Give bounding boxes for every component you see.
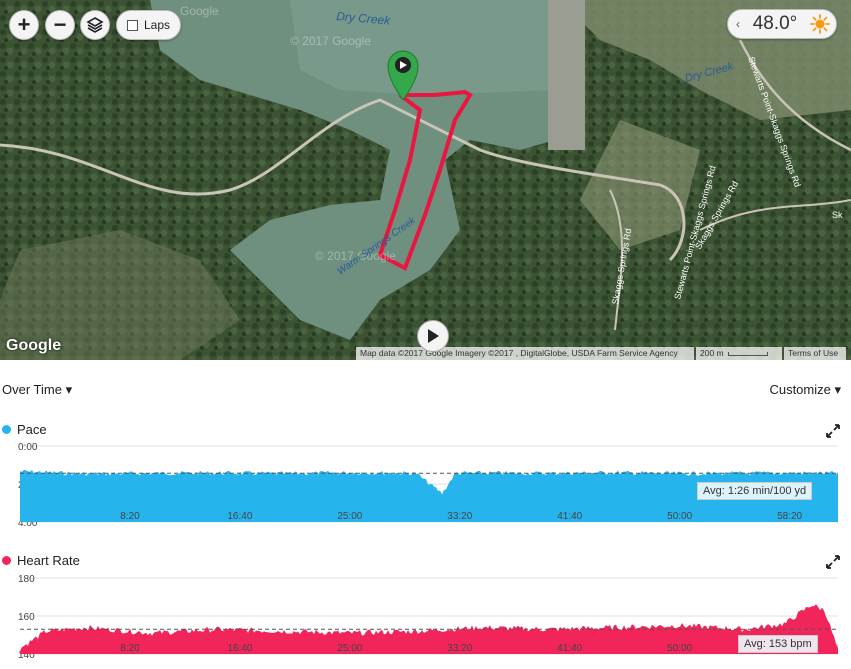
pace-legend-dot bbox=[2, 425, 11, 434]
customize-dropdown[interactable]: Customize ▾ bbox=[769, 382, 841, 398]
weather-badge: ‹ 48.0° bbox=[727, 9, 837, 39]
zoom-out-button[interactable]: − bbox=[45, 10, 75, 40]
zoom-in-button[interactable]: + bbox=[9, 10, 39, 40]
map-attribution: Map data ©2017 Google Imagery ©2017 , Di… bbox=[356, 347, 694, 360]
play-route-button[interactable] bbox=[417, 320, 449, 352]
laps-checkbox[interactable] bbox=[127, 19, 138, 31]
laps-toggle[interactable]: Laps bbox=[116, 10, 182, 40]
pace-x-tick: 8:20 bbox=[120, 511, 140, 522]
pace-x-tick: 33:20 bbox=[447, 511, 472, 522]
hr-x-tick: 33:20 bbox=[447, 643, 472, 654]
map-watermark: Google bbox=[180, 4, 219, 18]
pace-expand-icon[interactable] bbox=[826, 424, 840, 438]
hr-x-tick: 8:20 bbox=[120, 643, 140, 654]
map-label-road: Sk bbox=[832, 210, 843, 220]
hr-chart-title: Heart Rate bbox=[2, 553, 80, 568]
hr-y-tick: 160 bbox=[18, 612, 35, 623]
plus-icon: + bbox=[17, 12, 31, 37]
hr-title: Heart Rate bbox=[17, 553, 80, 568]
pace-x-tick: 50:00 bbox=[667, 511, 692, 522]
chevron-left-icon[interactable]: ‹ bbox=[736, 17, 740, 31]
terms-link[interactable]: Terms of Use bbox=[784, 347, 846, 360]
pace-title: Pace bbox=[17, 422, 47, 437]
hr-x-tick: 50:00 bbox=[667, 643, 692, 654]
pace-x-tick: 41:40 bbox=[557, 511, 582, 522]
over-time-dropdown[interactable]: Over Time ▾ bbox=[2, 382, 72, 398]
layers-button[interactable] bbox=[80, 10, 110, 40]
temperature: 48.0° bbox=[752, 13, 798, 34]
pace-x-tick: 25:00 bbox=[337, 511, 362, 522]
map-scale: 200 m bbox=[696, 347, 782, 360]
map-watermark: © 2017 Google bbox=[290, 34, 371, 48]
hr-x-tick: 16:40 bbox=[227, 643, 252, 654]
hr-expand-icon[interactable] bbox=[826, 555, 840, 569]
hr-y-tick: 180 bbox=[18, 574, 35, 585]
scale-label: 200 m bbox=[700, 348, 724, 358]
scale-bar bbox=[727, 351, 768, 356]
hr-chart[interactable]: 1801601408:2016:4025:0033:2041:4050:0058… bbox=[0, 572, 851, 669]
pace-chart-title: Pace bbox=[2, 422, 47, 437]
pace-average-badge: Avg: 1:26 min/100 yd bbox=[697, 482, 813, 500]
pace-x-tick: 58:20 bbox=[777, 511, 802, 522]
minus-icon: − bbox=[53, 12, 67, 37]
hr-x-tick: 25:00 bbox=[337, 643, 362, 654]
pace-y-tick: 0:00 bbox=[18, 442, 38, 453]
sun-icon bbox=[810, 14, 830, 34]
hr-legend-dot bbox=[2, 556, 11, 565]
pace-x-tick: 16:40 bbox=[227, 511, 252, 522]
hr-x-tick: 41:40 bbox=[557, 643, 582, 654]
hr-average-badge: Avg: 153 bpm bbox=[738, 635, 818, 653]
satellite-imagery: Dry Creek Dry Creek © 2017 Google © 2017… bbox=[0, 0, 851, 360]
play-icon bbox=[428, 329, 439, 343]
google-logo: Google bbox=[6, 337, 62, 354]
map-view[interactable]: Dry Creek Dry Creek © 2017 Google © 2017… bbox=[0, 0, 851, 360]
layers-icon bbox=[86, 17, 104, 33]
laps-label: Laps bbox=[144, 18, 171, 32]
